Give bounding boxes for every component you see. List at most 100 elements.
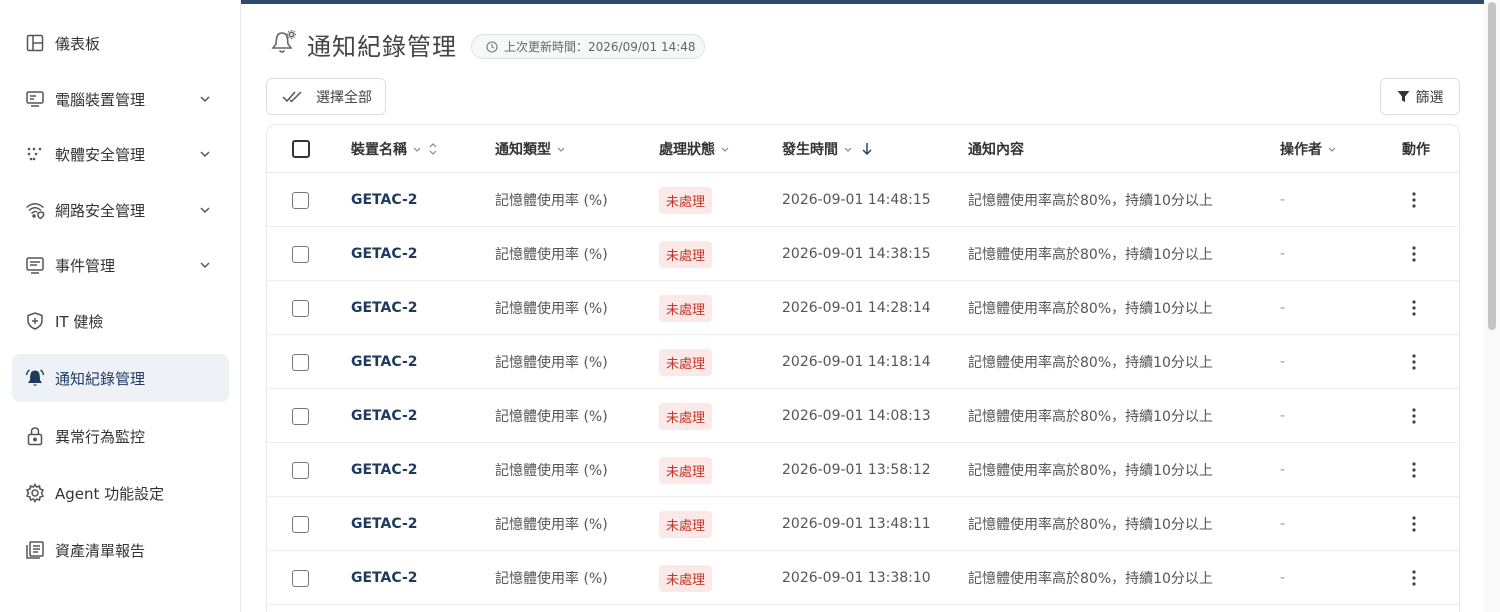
sidebar-item-label: 資產清單報告: [55, 541, 146, 560]
sidebar-item-events[interactable]: 事件管理: [12, 241, 229, 289]
device-link[interactable]: GETAC-2: [351, 462, 418, 478]
sidebar-item-agent-settings[interactable]: Agent 功能設定: [12, 469, 229, 517]
chevron-down-icon[interactable]: [843, 144, 853, 154]
status-badge: 未處理: [659, 348, 713, 376]
chevron-down-icon[interactable]: [556, 144, 566, 154]
more-options-icon[interactable]: [1412, 300, 1416, 316]
operator-cell: -: [1280, 281, 1285, 335]
more-options-icon[interactable]: [1412, 246, 1416, 262]
device-link[interactable]: GETAC-2: [351, 570, 418, 586]
sidebar-item-notification-records[interactable]: 通知紀錄管理: [12, 354, 229, 402]
more-options-icon[interactable]: [1412, 408, 1416, 424]
sidebar-item-devices[interactable]: 電腦裝置管理: [12, 75, 229, 123]
notification-content: 記憶體使用率高於80%，持續10分以上: [968, 193, 1213, 209]
occurred-time: 2026-09-01 14:38:15: [782, 246, 931, 262]
chevron-down-icon[interactable]: [720, 144, 730, 154]
sidebar-item-asset-report[interactable]: 資產清單報告: [12, 526, 229, 574]
row-select-cell: [292, 389, 309, 443]
sidebar-item-dashboard[interactable]: 儀表板: [12, 19, 229, 67]
notification-content: 記憶體使用率高於80%，持續10分以上: [968, 355, 1213, 371]
row-checkbox[interactable]: [292, 191, 309, 209]
table-row[interactable]: GETAC-2 記憶體使用率 (%) 未處理 2026-09-01 14:48:…: [267, 173, 1459, 227]
operator-cell: -: [1280, 335, 1285, 389]
action-cell: [1412, 389, 1416, 443]
more-options-icon[interactable]: [1412, 462, 1416, 478]
table-row[interactable]: GETAC-2 記憶體使用率 (%) 未處理 2026-09-01 13:38:…: [267, 551, 1459, 605]
sidebar-item-network-security[interactable]: 網路安全管理: [12, 186, 229, 234]
operator-cell: -: [1280, 497, 1285, 551]
table-row[interactable]: GETAC-2 記憶體使用率 (%) 未處理 2026-09-01 14:18:…: [267, 335, 1459, 389]
row-checkbox[interactable]: [292, 569, 309, 587]
status-cell: 未處理: [659, 389, 713, 443]
column-header-type[interactable]: 通知類型: [495, 125, 566, 173]
device-link[interactable]: GETAC-2: [351, 354, 418, 370]
row-checkbox[interactable]: [292, 353, 309, 371]
device-link[interactable]: GETAC-2: [351, 192, 418, 208]
status-cell: 未處理: [659, 551, 713, 605]
more-options-icon[interactable]: [1412, 570, 1416, 586]
operator-value: -: [1280, 408, 1286, 424]
chevron-down-icon[interactable]: [197, 146, 213, 162]
occurred-time: 2026-09-01 13:48:11: [782, 516, 931, 532]
filter-button[interactable]: 篩選: [1380, 78, 1460, 115]
column-header-device[interactable]: 裝置名稱: [351, 125, 438, 173]
select-all-label: 選擇全部: [316, 88, 372, 105]
device-link[interactable]: GETAC-2: [351, 516, 418, 532]
occurred-time: 2026-09-01 14:18:14: [782, 354, 931, 370]
list-icon: [25, 255, 45, 275]
row-select-cell: [292, 443, 309, 497]
type-cell: 記憶體使用率 (%): [495, 173, 608, 227]
column-header-status[interactable]: 處理狀態: [659, 125, 730, 173]
row-select-cell: [292, 281, 309, 335]
sidebar-item-anomaly-monitoring[interactable]: 異常行為監控: [12, 412, 229, 460]
table-row[interactable]: GETAC-2 記憶體使用率 (%) 未處理 2026-09-01 14:28:…: [267, 281, 1459, 335]
sort-descending-icon[interactable]: [861, 142, 873, 156]
shield-plus-icon: [25, 311, 45, 331]
row-checkbox[interactable]: [292, 407, 309, 425]
gear-icon: [25, 483, 45, 503]
row-checkbox[interactable]: [292, 515, 309, 533]
content-cell: 記憶體使用率高於80%，持續10分以上: [968, 335, 1213, 389]
table-row[interactable]: GETAC-2 記憶體使用率 (%) 未處理 2026-09-01 14:08:…: [267, 389, 1459, 443]
operator-cell: -: [1280, 227, 1285, 281]
device-link[interactable]: GETAC-2: [351, 246, 418, 262]
chevron-down-icon[interactable]: [197, 202, 213, 218]
content-cell: 記憶體使用率高於80%，持續10分以上: [968, 173, 1213, 227]
bell-gear-icon: [271, 30, 296, 53]
operator-value: -: [1280, 462, 1286, 478]
chevron-down-icon[interactable]: [412, 144, 422, 154]
column-label: 發生時間: [782, 142, 838, 158]
device-link[interactable]: GETAC-2: [351, 408, 418, 424]
column-header-operator[interactable]: 操作者: [1280, 125, 1337, 173]
content-cell: 記憶體使用率高於80%，持續10分以上: [968, 281, 1213, 335]
more-options-icon[interactable]: [1412, 354, 1416, 370]
chevron-down-icon[interactable]: [197, 91, 213, 107]
notification-type: 記憶體使用率 (%): [495, 409, 608, 425]
device-link[interactable]: GETAC-2: [351, 300, 418, 316]
select-all-checkbox[interactable]: [292, 140, 310, 158]
more-options-icon[interactable]: [1412, 192, 1416, 208]
chevron-down-icon[interactable]: [1327, 144, 1337, 154]
notification-type: 記憶體使用率 (%): [495, 193, 608, 209]
sidebar-item-software-security[interactable]: 軟體安全管理: [12, 130, 229, 178]
type-cell: 記憶體使用率 (%): [495, 551, 608, 605]
monitor-icon: [25, 89, 45, 109]
table-row[interactable]: GETAC-2 記憶體使用率 (%) 未處理 2026-09-01 14:38:…: [267, 227, 1459, 281]
row-checkbox[interactable]: [292, 461, 309, 479]
row-checkbox[interactable]: [292, 245, 309, 263]
operator-cell: -: [1280, 389, 1285, 443]
layout-icon: [25, 33, 45, 53]
sort-icon[interactable]: [428, 142, 438, 156]
sidebar-item-it-checkup[interactable]: IT 健檢: [12, 297, 229, 345]
table-row[interactable]: GETAC-2 記憶體使用率 (%) 未處理 2026-09-01 13:58:…: [267, 443, 1459, 497]
select-all-button[interactable]: 選擇全部: [266, 78, 386, 115]
table-header: 裝置名稱 通知類型 處理狀態 發生時間 通知內容 操作者 動作: [267, 125, 1459, 173]
status-cell: 未處理: [659, 497, 713, 551]
column-header-time[interactable]: 發生時間: [782, 125, 873, 173]
scrollbar-thumb[interactable]: [1488, 2, 1496, 330]
column-header-content: 通知內容: [968, 125, 1024, 173]
more-options-icon[interactable]: [1412, 516, 1416, 532]
row-checkbox[interactable]: [292, 299, 309, 317]
table-row[interactable]: GETAC-2 記憶體使用率 (%) 未處理 2026-09-01 13:48:…: [267, 497, 1459, 551]
chevron-down-icon[interactable]: [197, 257, 213, 273]
